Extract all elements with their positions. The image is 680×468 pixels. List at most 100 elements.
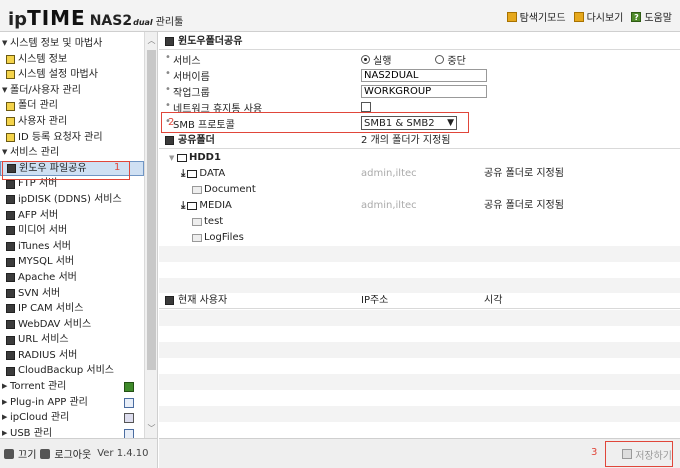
- sidebar: ▼ 시스템 정보 및 마법사 시스템 정보 시스템 설정 마법사 ▼ 폴더/사용자 …: [0, 32, 158, 438]
- sidebar-scrollbar[interactable]: ︿ ﹀: [144, 32, 157, 438]
- sidebar-group-torrent[interactable]: ▶ Torrent 관리: [0, 379, 144, 395]
- annotation-box-2: [161, 112, 469, 133]
- sidebar-item-setup-wizard[interactable]: 시스템 설정 마법사: [0, 67, 144, 83]
- sidebar-item-label: CloudBackup 서비스: [18, 365, 114, 377]
- subfolder-name: LogFiles: [204, 232, 244, 243]
- sidebar-item-label: RADIUS 서버: [18, 349, 78, 361]
- sidebar-item-ipcam[interactable]: IP CAM 서비스: [0, 301, 144, 317]
- sidebar-item-label: Torrent 관리: [10, 381, 67, 393]
- subfolder-name: Document: [204, 184, 256, 195]
- empty-row: [159, 374, 680, 390]
- user-icon: [6, 117, 15, 127]
- annotation-1: 1: [114, 162, 121, 173]
- explorer-mode-link[interactable]: 탐색기모드: [506, 9, 566, 24]
- service-on-radio[interactable]: [361, 54, 370, 64]
- scrollbar-thumb[interactable]: [147, 50, 156, 370]
- sidebar-group-ipcloud[interactable]: ▶ ipCloud 관리: [0, 410, 144, 426]
- tree-subfolder-row[interactable]: test: [159, 214, 680, 230]
- sidebar-item-label: USB 관리: [10, 427, 53, 438]
- torrent-icon: [124, 382, 134, 393]
- refresh-icon: [573, 11, 584, 22]
- service-options: 실행 중단: [361, 52, 466, 67]
- service-icon: [6, 257, 15, 267]
- id-card-icon: [6, 132, 15, 142]
- header-links: 탐색기모드 다시보기 ? 도움말: [506, 9, 672, 24]
- share-folder-count: 2 개의 폴더가 지정됨: [361, 134, 451, 146]
- sidebar-item-radius[interactable]: RADIUS 서버: [0, 348, 144, 364]
- sidebar-item-svn[interactable]: SVN 서버: [0, 286, 144, 302]
- recycle-checkbox[interactable]: [361, 102, 371, 112]
- server-name-wrap: [361, 68, 487, 82]
- save-button[interactable]: 저장하기: [622, 445, 672, 463]
- sidebar-group-plugin[interactable]: ▶ Plug-in APP 관리: [0, 395, 144, 411]
- plugin-icon: [124, 397, 134, 408]
- recycle-wrap: [361, 102, 371, 112]
- refresh-label: 다시보기: [586, 13, 624, 24]
- logout-button[interactable]: 로그아웃: [54, 446, 91, 461]
- workgroup-wrap: [361, 84, 487, 98]
- usb-icon: [124, 428, 134, 438]
- sidebar-item-url[interactable]: URL 서비스: [0, 332, 144, 348]
- caret-right-icon: ▶: [2, 382, 8, 391]
- service-off-radio[interactable]: [435, 54, 445, 64]
- subfolder-name: test: [204, 216, 224, 227]
- sidebar-group-system[interactable]: ▼ 시스템 정보 및 마법사: [0, 36, 144, 52]
- sidebar-item-label: AFP 서버: [18, 209, 59, 221]
- sidebar-item-system-info[interactable]: 시스템 정보: [0, 52, 144, 68]
- annotation-box-1: [2, 161, 130, 180]
- empty-row: [159, 342, 680, 358]
- tree-subfolder-row[interactable]: LogFiles: [159, 230, 680, 246]
- sidebar-item-media[interactable]: 미디어 서버: [0, 223, 144, 239]
- help-label: 도움말: [644, 13, 672, 24]
- sidebar-nav: ▼ 시스템 정보 및 마법사 시스템 정보 시스템 설정 마법사 ▼ 폴더/사용자 …: [0, 36, 144, 438]
- folder-users: admin,iltec: [361, 200, 417, 211]
- power-icon: [4, 448, 14, 459]
- sidebar-item-label: Apache 서버: [18, 271, 77, 283]
- sidebar-group-folder-user[interactable]: ▼ 폴더/사용자 관리: [0, 83, 144, 99]
- sidebar-item-apache[interactable]: Apache 서버: [0, 270, 144, 286]
- app-header: ip TIME NAS2 dual 관리툴 탐색기모드 다시보기 ? 도움말: [0, 0, 680, 32]
- power-off-button[interactable]: 끄기: [18, 446, 36, 461]
- workgroup-label: 작업그룹: [165, 84, 210, 99]
- save-icon: [622, 449, 633, 459]
- folder-icon: [187, 202, 198, 210]
- disk-name: HDD1: [189, 152, 221, 163]
- tree-folder-row[interactable]: ⤓ DATA admin,iltec 공유 폴더로 지정됨: [159, 166, 680, 182]
- scroll-up-icon[interactable]: ︿: [145, 34, 157, 48]
- folder-users: admin,iltec: [361, 168, 417, 179]
- explorer-icon: [506, 11, 517, 22]
- sidebar-item-folder-mgmt[interactable]: 폴더 관리: [0, 98, 144, 114]
- col-current-user: 현재 사용자: [178, 294, 228, 306]
- workgroup-input[interactable]: [361, 84, 487, 98]
- sidebar-item-label: 사용자 관리: [18, 115, 68, 127]
- sidebar-item-afp[interactable]: AFP 서버: [0, 208, 144, 224]
- service-icon: [6, 226, 15, 236]
- sidebar-item-id-request[interactable]: ID 등록 요청자 관리: [0, 130, 144, 146]
- sidebar-group-usb[interactable]: ▶ USB 관리: [0, 426, 144, 438]
- sidebar-item-mysql[interactable]: MYSQL 서버: [0, 254, 144, 270]
- sidebar-item-label: 미디어 서버: [18, 225, 68, 237]
- sidebar-item-label: SVN 서버: [18, 287, 61, 299]
- sidebar-item-webdav[interactable]: WebDAV 서비스: [0, 317, 144, 333]
- share-folder-label: 공유폴더: [178, 134, 215, 146]
- server-name-input[interactable]: [361, 68, 487, 82]
- empty-row: [159, 406, 680, 422]
- cloud-icon: [124, 413, 134, 424]
- help-link[interactable]: ? 도움말: [631, 9, 672, 24]
- service-icon: [6, 242, 15, 252]
- section-title-label: 윈도우폴더공유: [178, 35, 243, 47]
- service-icon: [6, 335, 15, 345]
- tree-folder-row[interactable]: ⤓ MEDIA admin,iltec 공유 폴더로 지정됨: [159, 198, 680, 214]
- info-icon: [6, 54, 15, 64]
- sidebar-item-itunes[interactable]: iTunes 서버: [0, 239, 144, 255]
- scroll-down-icon[interactable]: ﹀: [145, 422, 157, 436]
- sidebar-item-cloudbackup[interactable]: CloudBackup 서비스: [0, 363, 144, 379]
- tree-disk-row[interactable]: ▼ HDD1: [159, 150, 680, 166]
- main-panel: 윈도우폴더공유 서비스 실행 중단 서버이름 작업그룹 네트워크 휴지통 사용 …: [159, 32, 680, 438]
- sidebar-group-services[interactable]: ▼ 서비스 관리: [0, 145, 144, 161]
- logo-time: TIME: [27, 6, 86, 30]
- sidebar-item-user-mgmt[interactable]: 사용자 관리: [0, 114, 144, 130]
- refresh-link[interactable]: 다시보기: [573, 9, 624, 24]
- tree-subfolder-row[interactable]: Document: [159, 182, 680, 198]
- sidebar-item-ipdisk[interactable]: ipDISK (DDNS) 서비스: [0, 192, 144, 208]
